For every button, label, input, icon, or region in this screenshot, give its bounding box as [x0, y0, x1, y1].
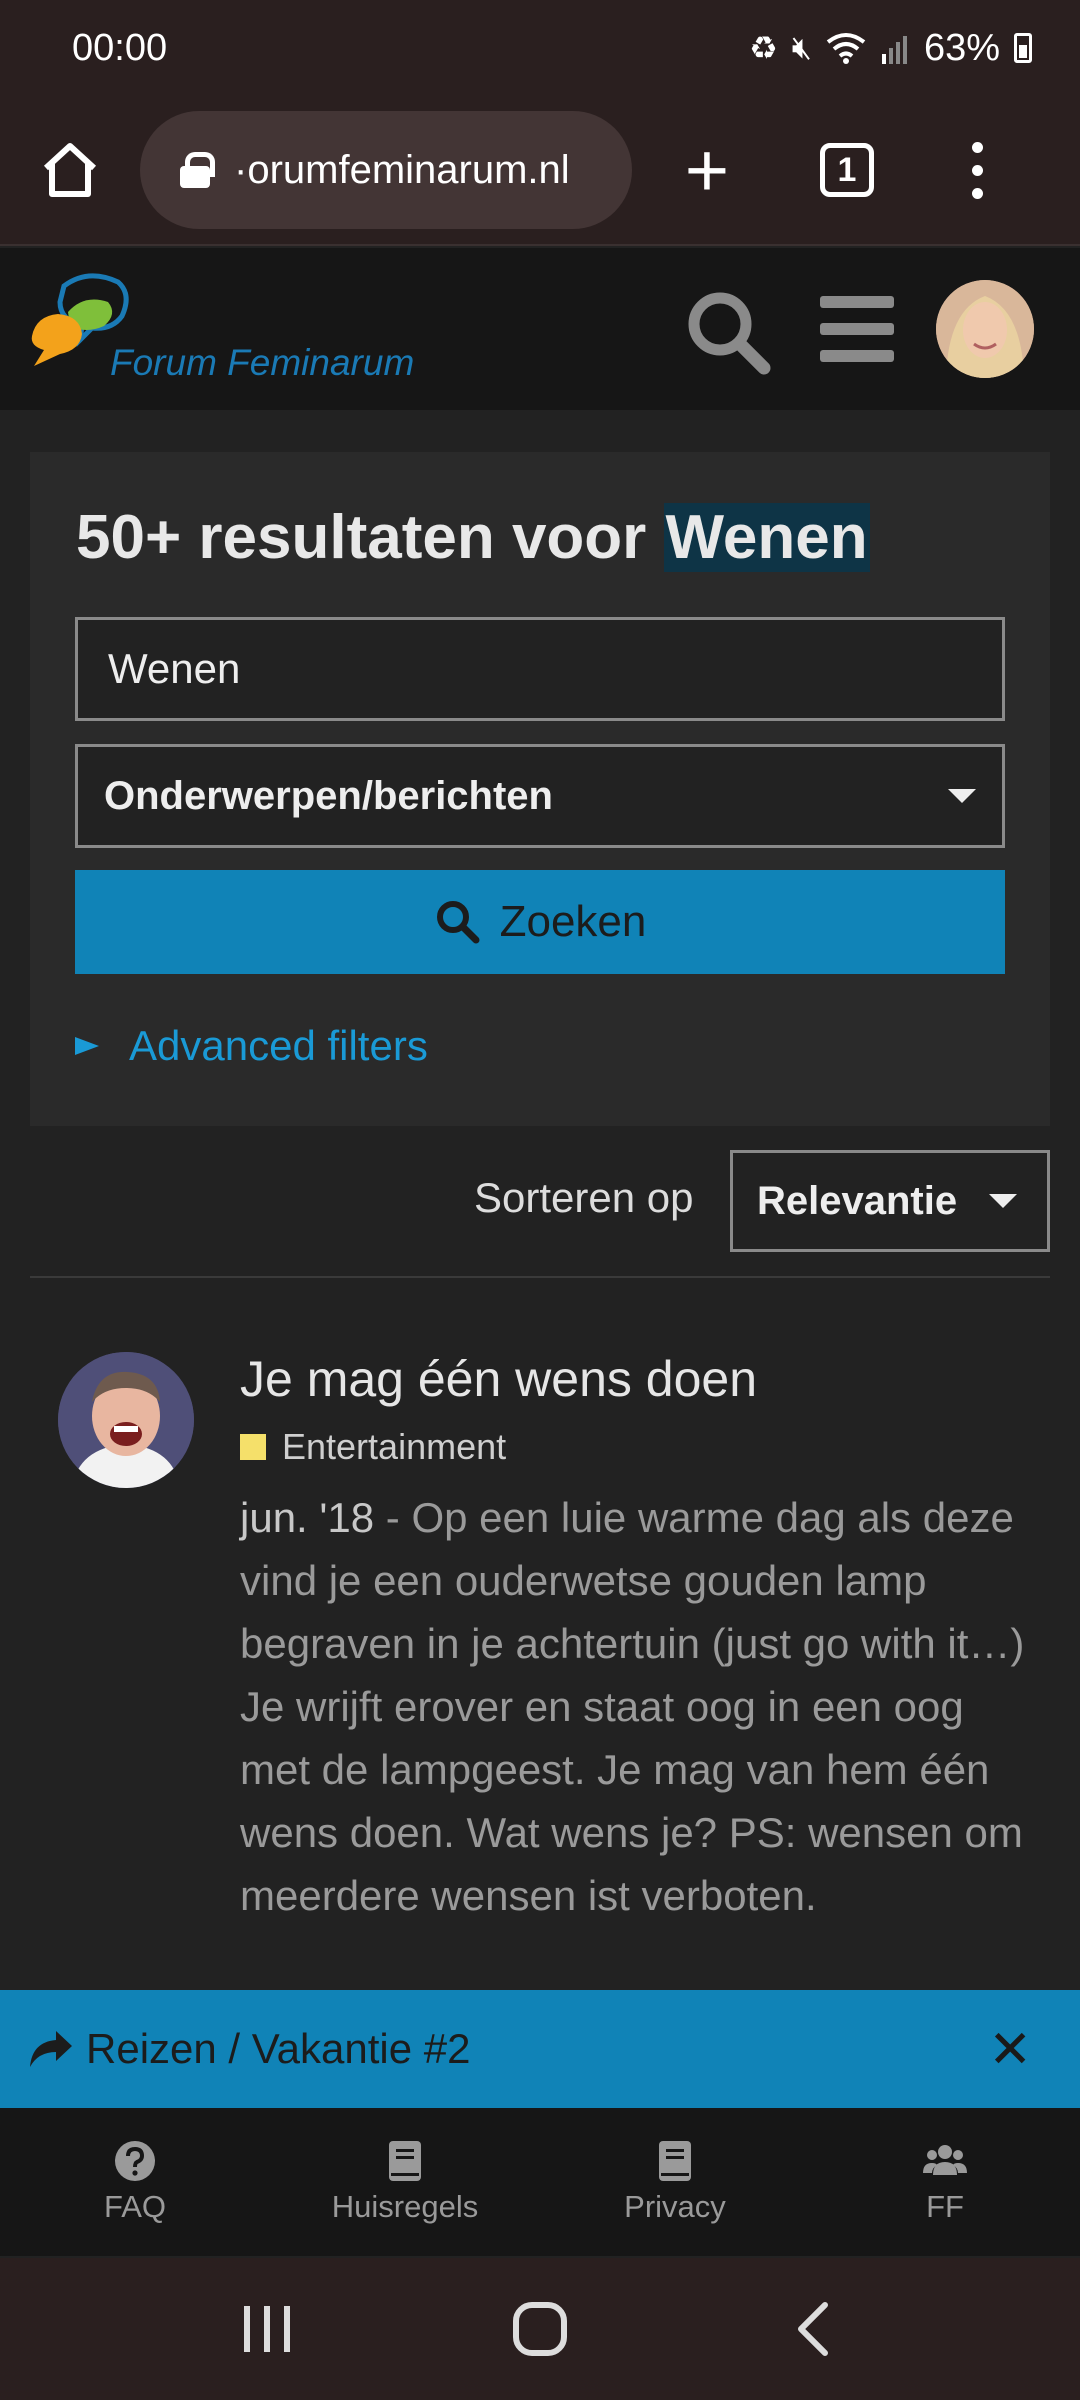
back-button[interactable] — [753, 2279, 873, 2379]
address-bar[interactable]: ·orumfeminarum.nl — [140, 111, 632, 229]
home-button[interactable] — [0, 95, 140, 245]
home-nav-button[interactable] — [480, 2279, 600, 2379]
sort-label: Sorteren op — [474, 1174, 694, 1221]
site-logo[interactable]: Forum Feminarum — [28, 270, 428, 400]
sort-value: Relevantie — [757, 1178, 958, 1223]
battery-saver-icon: ♻ — [749, 30, 778, 66]
search-submit-button[interactable]: Zoeken — [75, 870, 1005, 974]
lock-icon — [180, 152, 215, 188]
result-date: jun. '18 — [240, 1494, 375, 1541]
site-header: Forum Feminarum — [0, 248, 1080, 410]
advanced-filters-label: Advanced filters — [129, 1022, 428, 1069]
tab-switcher-button[interactable]: 1 — [782, 95, 912, 245]
share-arrow-icon — [30, 2031, 72, 2067]
active-thread-banner[interactable]: Reizen / Vakantie #2 ✕ — [0, 1990, 1080, 2108]
search-panel: 50+ resultaten voor Wenen Wenen Onderwer… — [30, 452, 1050, 1126]
search-type-value: Onderwerpen/berichten — [104, 773, 553, 818]
user-avatar[interactable] — [936, 280, 1034, 378]
browser-toolbar: ·orumfeminarum.nl + 1 — [0, 96, 1080, 246]
back-chevron-icon — [798, 2302, 829, 2356]
avatar-image — [936, 280, 1034, 378]
logo-text: Forum Feminarum — [110, 342, 415, 383]
results-heading: 50+ resultaten voor Wenen — [76, 502, 870, 573]
search-input[interactable]: Wenen — [75, 617, 1005, 721]
search-icon — [688, 292, 771, 375]
plus-icon: + — [684, 127, 730, 213]
new-tab-button[interactable]: + — [632, 95, 782, 245]
result-title[interactable]: Je mag één wens doen — [240, 1350, 757, 1408]
battery-icon — [1014, 33, 1032, 63]
result-author-avatar[interactable] — [58, 1352, 194, 1488]
results-heading-prefix: 50+ resultaten voor — [76, 503, 664, 572]
url-text: ·orumfeminarum.nl — [234, 147, 570, 192]
hamburger-menu-button[interactable] — [820, 296, 894, 362]
result-category[interactable]: Entertainment — [240, 1426, 506, 1468]
chevron-down-icon — [989, 1194, 1017, 1208]
avatar-image — [58, 1352, 194, 1488]
signal-icon — [881, 36, 907, 64]
mute-icon: 🔇︎ — [791, 29, 812, 65]
status-bar: 00:00 ♻ 🔇︎ 63% — [0, 0, 1080, 96]
results-heading-query: Wenen — [663, 503, 870, 572]
footer-item-label: Huisregels — [331, 2189, 479, 2224]
search-submit-label: Zoeken — [499, 897, 647, 946]
search-icon — [436, 901, 480, 944]
chevron-down-icon — [948, 789, 976, 803]
recent-apps-button[interactable] — [207, 2279, 327, 2379]
result-category-label: Entertainment — [282, 1426, 507, 1467]
recent-apps-icon — [243, 2306, 290, 2352]
status-icons: ♻ 🔇︎ 63% — [749, 27, 1032, 70]
home-circle-icon — [512, 2302, 567, 2356]
more-menu-button[interactable] — [912, 95, 1042, 245]
footer-item-privacy[interactable]: Privacy — [540, 2108, 810, 2256]
system-nav-bar — [0, 2258, 1080, 2400]
search-type-select[interactable]: Onderwerpen/berichten — [75, 744, 1005, 848]
close-icon[interactable]: ✕ — [988, 2020, 1032, 2080]
result-snippet-text: - Op een luie warme dag als deze vind je… — [240, 1494, 1025, 1919]
advanced-filters-toggle[interactable]: Advanced filters — [75, 1022, 428, 1070]
triangle-right-icon — [75, 1037, 99, 1055]
footer-item-huisregels[interactable]: Huisregels — [270, 2108, 540, 2256]
footer-item-label: Privacy — [624, 2189, 726, 2224]
status-time: 00:00 — [72, 26, 168, 69]
header-search-button[interactable] — [684, 288, 774, 378]
footer-item-label: FF — [926, 2189, 964, 2224]
thread-banner-label: Reizen / Vakantie #2 — [86, 2025, 471, 2072]
footer-item-ff[interactable]: FF — [810, 2108, 1080, 2256]
home-icon — [43, 143, 97, 197]
category-color-swatch — [240, 1434, 266, 1460]
result-snippet[interactable]: jun. '18 - Op een luie warme dag als dez… — [240, 1486, 1040, 1927]
users-icon — [923, 2145, 967, 2175]
battery-percent: 63% — [923, 26, 1000, 69]
tab-count: 1 — [820, 143, 874, 197]
footer-nav: FAQ Huisregels Privacy FF — [0, 2108, 1080, 2256]
book-icon — [389, 2141, 421, 2181]
question-circle-icon — [115, 2141, 155, 2181]
footer-item-faq[interactable]: FAQ — [0, 2108, 270, 2256]
book-icon — [659, 2141, 691, 2181]
footer-item-label: FAQ — [103, 2189, 166, 2224]
sort-select[interactable]: Relevantie — [730, 1150, 1050, 1252]
wifi-icon — [826, 33, 866, 64]
divider — [30, 1276, 1050, 1278]
